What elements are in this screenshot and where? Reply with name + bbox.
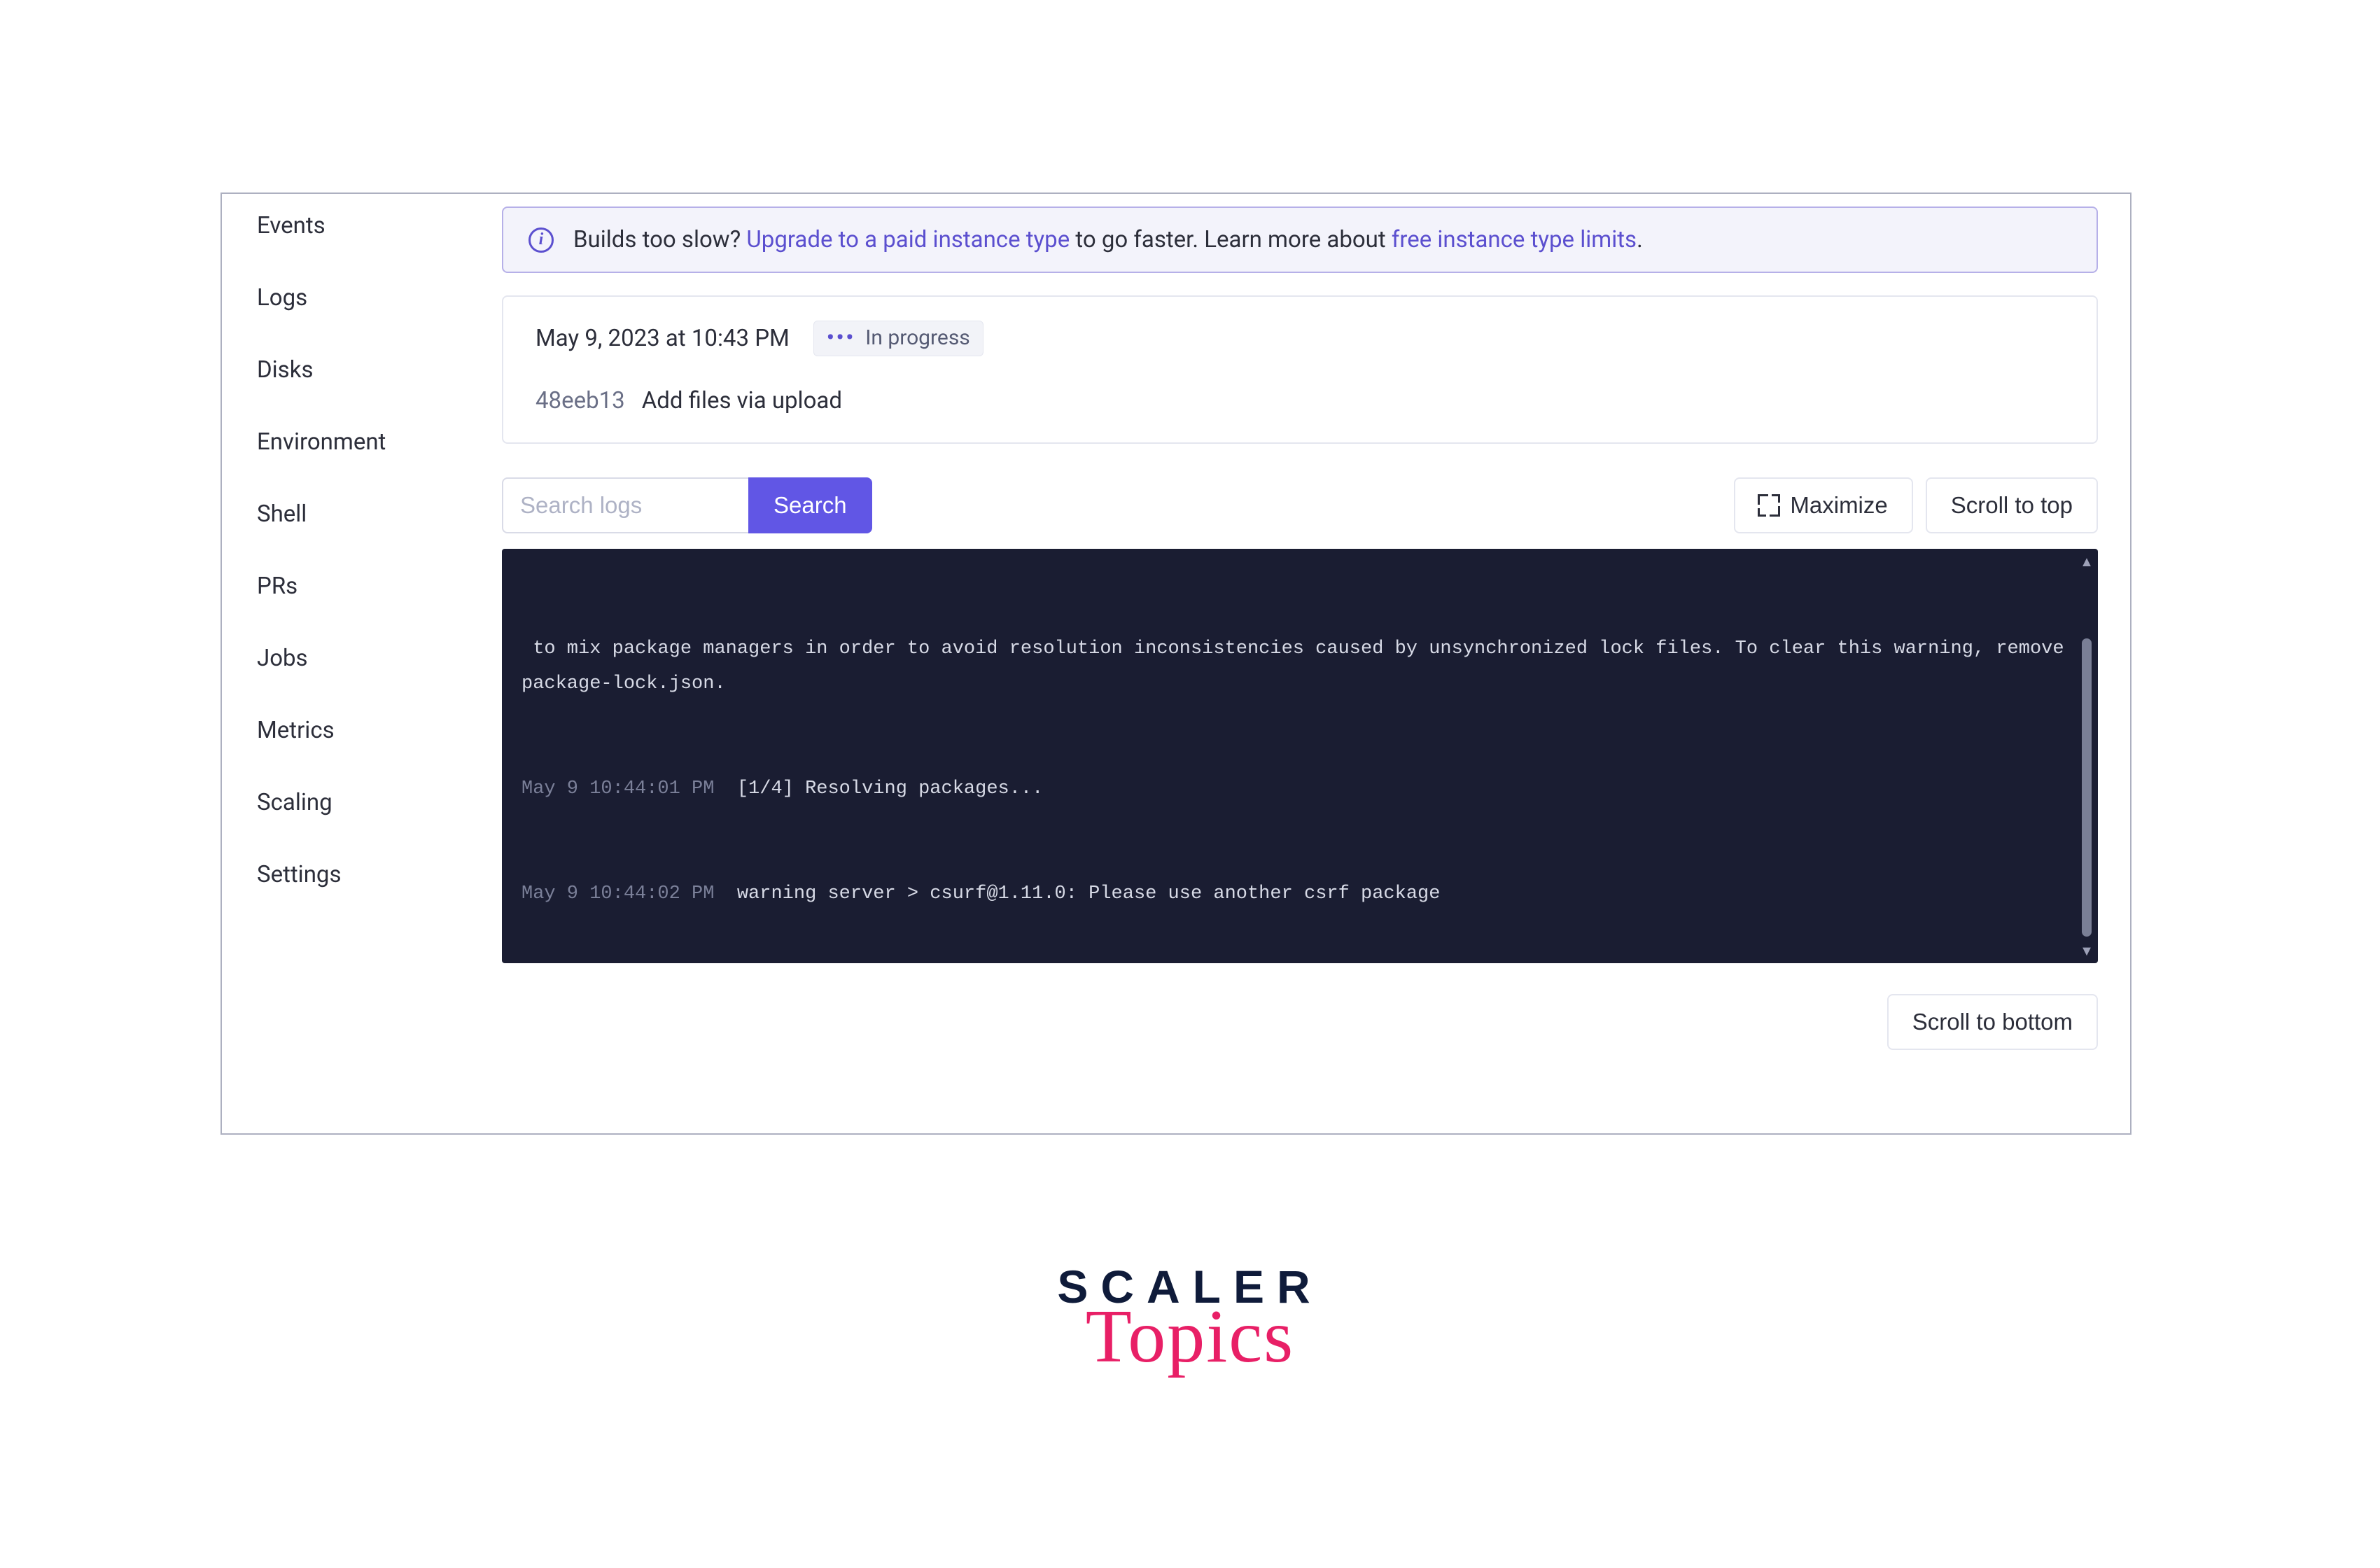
sidebar-item-logs[interactable]: Logs xyxy=(257,284,502,312)
sidebar-item-events[interactable]: Events xyxy=(257,212,502,239)
scroll-to-top-button[interactable]: Scroll to top xyxy=(1926,477,2098,533)
log-timestamp: May 9 10:44:01 PM xyxy=(522,778,714,799)
search-button[interactable]: Search xyxy=(748,477,872,533)
scroll-thumb[interactable] xyxy=(2082,638,2092,937)
deploy-timestamp: May 9, 2023 at 10:43 PM xyxy=(536,325,790,352)
sidebar-item-jobs[interactable]: Jobs xyxy=(257,645,502,672)
sidebar-item-disks[interactable]: Disks xyxy=(257,356,502,384)
maximize-label: Maximize xyxy=(1790,492,1887,519)
sidebar: Events Logs Disks Environment Shell PRs … xyxy=(222,194,502,1133)
log-line: May 9 10:44:02 PM warning server > csurf… xyxy=(522,876,2078,911)
sidebar-item-scaling[interactable]: Scaling xyxy=(257,789,502,816)
banner-prefix: Builds too slow? xyxy=(573,226,746,253)
log-output[interactable]: to mix package managers in order to avoi… xyxy=(502,549,2098,963)
loading-dots-icon: ••• xyxy=(827,326,855,350)
free-limits-link[interactable]: free instance type limits xyxy=(1392,226,1637,253)
app-frame: Events Logs Disks Environment Shell PRs … xyxy=(220,192,2132,1135)
commit-message: Add files via upload xyxy=(642,387,842,414)
sidebar-item-settings[interactable]: Settings xyxy=(257,861,502,888)
upgrade-banner: i Builds too slow? Upgrade to a paid ins… xyxy=(502,206,2098,273)
log-line: to mix package managers in order to avoi… xyxy=(522,631,2078,701)
banner-middle: to go faster. Learn more about xyxy=(1070,226,1392,253)
banner-suffix: . xyxy=(1637,226,1643,253)
log-line: May 9 10:44:01 PM [1/4] Resolving packag… xyxy=(522,771,2078,806)
search-input[interactable] xyxy=(502,477,748,533)
deploy-commit-row: 48eeb13 Add files via upload xyxy=(536,387,2064,414)
sidebar-item-shell[interactable]: Shell xyxy=(257,500,502,528)
banner-text: Builds too slow? Upgrade to a paid insta… xyxy=(573,226,1643,253)
brand-logo: SCALER Topics xyxy=(1057,1260,1322,1380)
status-text: In progress xyxy=(865,326,970,350)
log-console: to mix package managers in order to avoi… xyxy=(502,549,2098,963)
bottom-toolbar: Scroll to bottom xyxy=(502,994,2098,1050)
deploy-header-row: May 9, 2023 at 10:43 PM ••• In progress xyxy=(536,321,2064,356)
maximize-button[interactable]: Maximize xyxy=(1734,477,1912,533)
upgrade-link[interactable]: Upgrade to a paid instance type xyxy=(746,226,1070,253)
scroll-to-bottom-button[interactable]: Scroll to bottom xyxy=(1887,994,2098,1050)
commit-hash[interactable]: 48eeb13 xyxy=(536,387,625,414)
log-timestamp: May 9 10:44:02 PM xyxy=(522,883,714,904)
deploy-card: May 9, 2023 at 10:43 PM ••• In progress … xyxy=(502,295,2098,444)
search-wrap: Search xyxy=(502,477,872,533)
sidebar-item-prs[interactable]: PRs xyxy=(257,573,502,600)
scroll-down-arrow-icon[interactable]: ▼ xyxy=(2080,944,2094,958)
info-icon: i xyxy=(528,227,554,253)
console-scrollbar[interactable]: ▲ ▼ xyxy=(2078,554,2095,958)
sidebar-item-metrics[interactable]: Metrics xyxy=(257,717,502,744)
sidebar-item-environment[interactable]: Environment xyxy=(257,428,502,456)
log-text: to mix package managers in order to avoi… xyxy=(522,638,2076,694)
status-badge: ••• In progress xyxy=(813,321,983,356)
main-panel: i Builds too slow? Upgrade to a paid ins… xyxy=(502,194,2130,1133)
brand-text-bottom: Topics xyxy=(1057,1294,1322,1380)
log-text: warning server > csurf@1.11.0: Please us… xyxy=(737,883,1441,904)
maximize-icon xyxy=(1759,496,1779,515)
scroll-up-arrow-icon[interactable]: ▲ xyxy=(2080,554,2094,568)
log-text: [1/4] Resolving packages... xyxy=(737,778,1043,799)
log-toolbar: Search Maximize Scroll to top xyxy=(502,477,2098,533)
scroll-track[interactable] xyxy=(2078,568,2095,944)
